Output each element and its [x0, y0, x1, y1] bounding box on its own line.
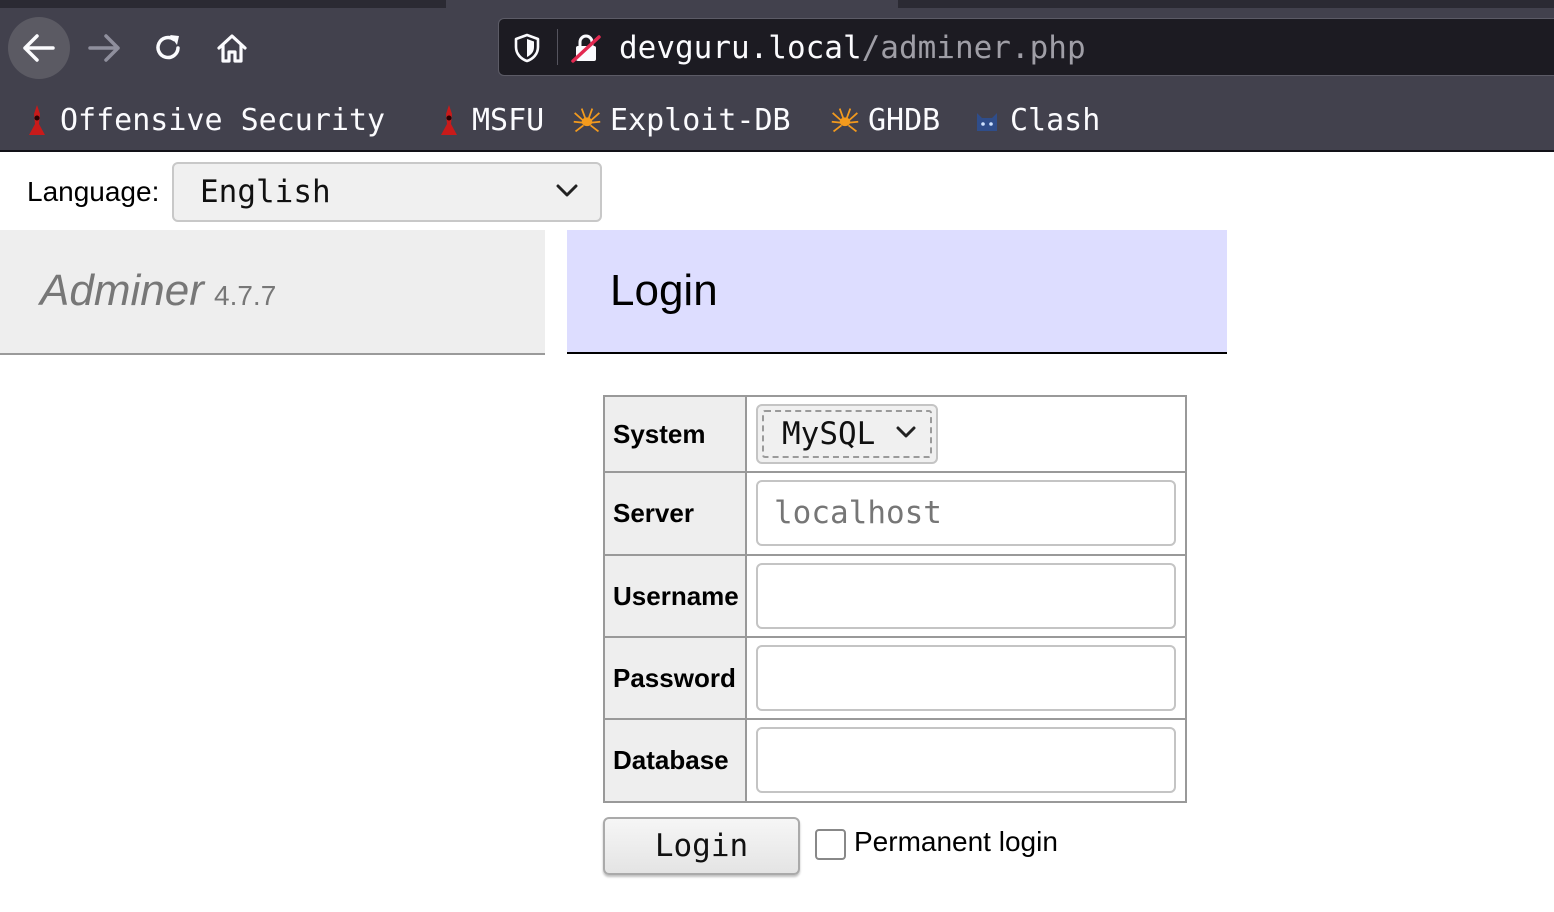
password-cell: [745, 636, 1187, 720]
username-input[interactable]: [756, 563, 1176, 629]
form-row-database: Database: [603, 718, 1187, 803]
address-bar[interactable]: devguru.local/adminer.php: [498, 18, 1554, 76]
login-form-table: System MySQL Server Username Password D: [603, 395, 1187, 803]
system-selected-value: MySQL: [782, 416, 876, 452]
address-bar-separator: [557, 29, 558, 65]
arrow-left-icon: [23, 34, 55, 62]
reload-icon: [156, 35, 180, 60]
forward-button[interactable]: [74, 18, 134, 78]
bookmark-label: MSFU: [472, 102, 545, 138]
offsec-icon: [434, 104, 464, 136]
bookmark-label: GHDB: [868, 102, 941, 138]
url-domain: devguru.local: [619, 30, 862, 66]
tab-strip: [0, 0, 1554, 8]
bookmark-offensive-security[interactable]: Offensive Security: [22, 100, 385, 140]
username-label: Username: [603, 554, 747, 638]
bookmark-clash[interactable]: Clash: [972, 100, 1100, 140]
form-row-username: Username: [603, 554, 1187, 638]
content-header: Login: [567, 230, 1227, 354]
bookmark-exploit-db[interactable]: Exploit-DB: [572, 100, 791, 140]
server-label: Server: [603, 471, 747, 556]
login-button[interactable]: Login: [603, 817, 800, 875]
spider-icon: [572, 104, 602, 136]
system-label: System: [603, 395, 747, 473]
bookmark-label: Clash: [1010, 102, 1101, 138]
chevron-down-icon: [896, 426, 916, 438]
cat-icon: [972, 104, 1002, 136]
home-button[interactable]: [202, 18, 262, 78]
chevron-down-icon: [556, 184, 578, 197]
form-row-server: Server: [603, 471, 1187, 556]
bookmarks-toolbar: Offensive Security MSFU Exploit-DB GHDB …: [0, 88, 1554, 152]
bookmark-ghdb[interactable]: GHDB: [830, 100, 940, 140]
system-cell: MySQL: [745, 395, 1187, 473]
tab-inactive-right[interactable]: [898, 0, 1554, 8]
tab-active[interactable]: [446, 0, 898, 8]
bookmark-msfu[interactable]: MSFU: [434, 100, 544, 140]
offsec-icon: [22, 104, 52, 136]
app-header: Adminer 4.7.7: [0, 230, 545, 355]
app-name-link[interactable]: Adminer: [40, 266, 204, 316]
username-cell: [745, 554, 1187, 638]
url-text: devguru.local/adminer.php: [619, 28, 1086, 68]
app-version: 4.7.7: [214, 280, 277, 311]
language-selected-value: English: [200, 174, 331, 210]
database-label: Database: [603, 718, 747, 803]
tracking-protection-shield-icon[interactable]: [513, 33, 541, 63]
navigation-toolbar: devguru.local/adminer.php: [0, 8, 1554, 88]
database-input[interactable]: [756, 727, 1176, 793]
permanent-login-checkbox[interactable]: [815, 829, 846, 860]
language-label: Language:: [27, 176, 160, 207]
permanent-login-label[interactable]: Permanent login: [854, 826, 1058, 858]
home-icon: [217, 34, 247, 63]
server-cell: [745, 471, 1187, 556]
back-button[interactable]: [8, 17, 70, 79]
reload-button[interactable]: [138, 18, 198, 78]
bookmark-label: Exploit-DB: [610, 102, 791, 138]
language-select[interactable]: English: [172, 162, 602, 222]
bookmark-label: Offensive Security: [60, 102, 386, 138]
insecure-lock-icon[interactable]: [571, 33, 601, 63]
password-input[interactable]: [756, 645, 1176, 711]
url-path: /adminer.php: [861, 30, 1086, 66]
system-select[interactable]: MySQL: [756, 404, 938, 464]
server-input[interactable]: [756, 480, 1176, 546]
page-title: Login: [610, 266, 718, 315]
tab-inactive-left[interactable]: [0, 0, 446, 8]
form-row-system: System MySQL: [603, 395, 1187, 473]
arrow-right-icon: [88, 34, 120, 62]
spider-icon: [830, 104, 860, 136]
password-label: Password: [603, 636, 747, 720]
form-row-password: Password: [603, 636, 1187, 720]
database-cell: [745, 718, 1187, 803]
